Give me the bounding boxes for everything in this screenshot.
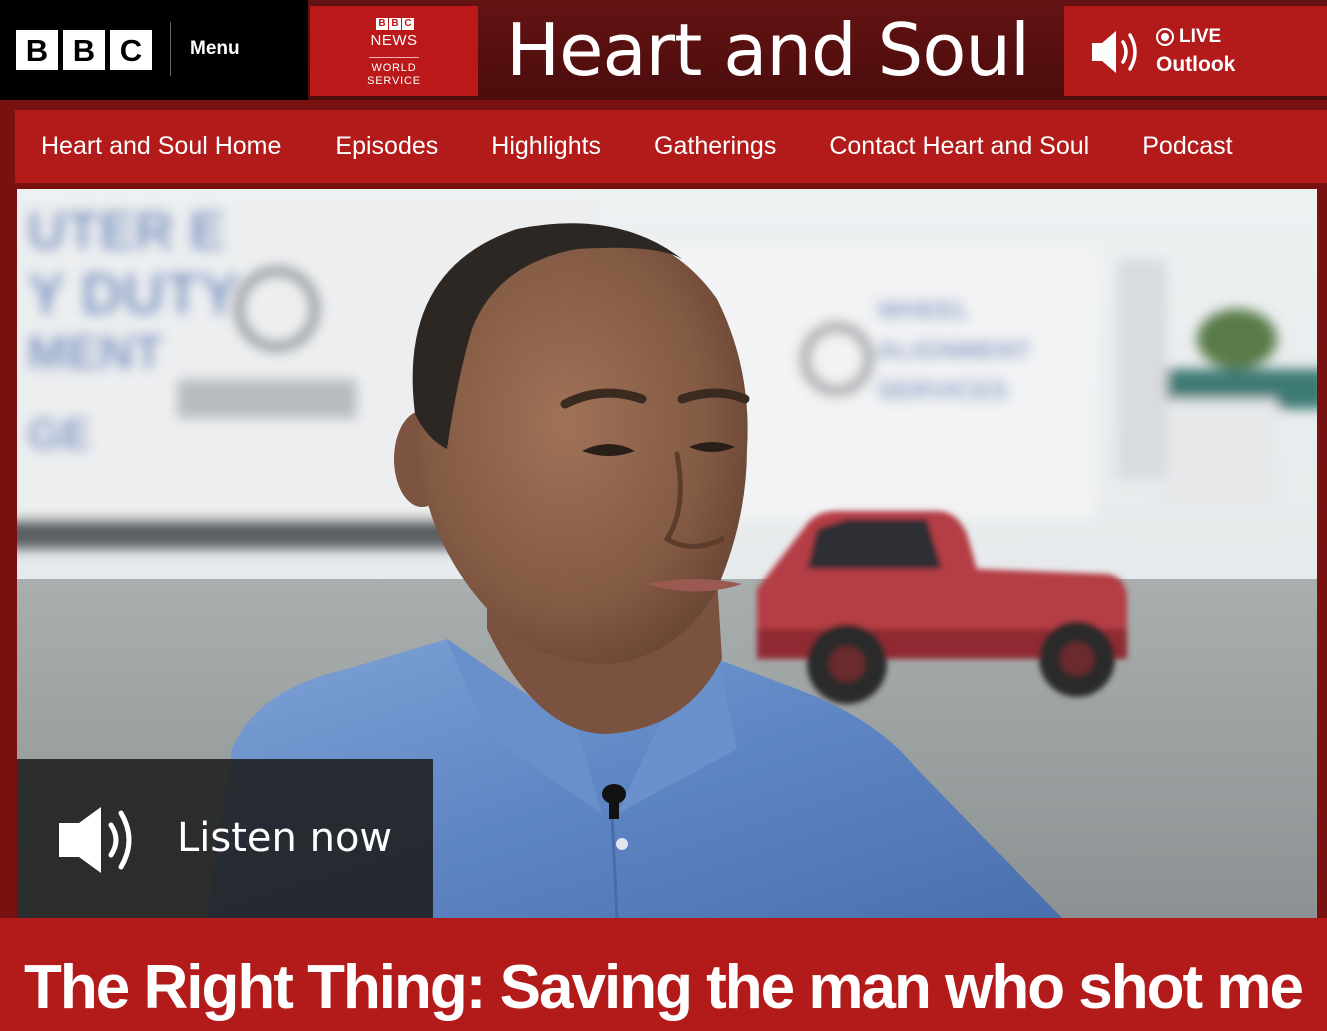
brand-news: NEWS [370,32,418,49]
masthead: B B C Menu B B C NEWS WORLD SERVICE Hear… [0,0,1327,100]
brand-world: WORLD [371,62,417,74]
nav-item-highlights[interactable]: Highlights [491,132,601,161]
programme-title[interactable]: Heart and Soul [480,4,1060,96]
brand-service: SERVICE [367,75,421,87]
svg-text:MENT: MENT [27,327,163,380]
live-label: LIVE [1179,26,1222,47]
brand-divider [310,57,478,58]
speaker-icon [57,801,141,884]
svg-text:SERVICES: SERVICES [877,375,1008,405]
bbc-logo[interactable]: B B C [16,30,152,70]
nav-item-episodes[interactable]: Episodes [335,132,438,161]
bbc-mini-letter: C [402,18,414,30]
brand-world-service: WORLD SERVICE [310,62,478,88]
live-badge: LIVE [1156,26,1221,48]
nav-item-home[interactable]: Heart and Soul Home [41,132,281,161]
episode-title: The Right Thing: Saving the man who shot… [24,953,1304,1022]
live-stream-button[interactable]: LIVE Outlook [1064,6,1327,96]
speaker-icon [1088,26,1144,83]
nav-item-podcast[interactable]: Podcast [1142,132,1232,161]
svg-text:WHEEL: WHEEL [877,295,971,325]
bbc-mini-logo: B B C [376,18,414,30]
programme-nav: Heart and Soul Home Episodes Highlights … [15,110,1327,183]
menu-button[interactable]: Menu [190,38,240,60]
svg-text:Y DUTY: Y DUTY [27,262,239,327]
divider [170,22,171,76]
bbc-mini-letter: B [376,18,388,30]
listen-now-label: Listen now [177,815,393,861]
bbc-news-world-service-logo[interactable]: B B C NEWS WORLD SERVICE [310,6,478,96]
bbc-header: B B C Menu [0,0,308,100]
svg-text:ALIGNMENT: ALIGNMENT [877,335,1032,365]
svg-text:GE: GE [27,410,91,459]
live-station: Outlook [1156,53,1236,76]
nav-item-gatherings[interactable]: Gatherings [654,132,776,161]
listen-now-button[interactable]: Listen now [17,759,433,918]
bbc-logo-letter: B [63,30,105,70]
bbc-logo-letter: B [16,30,58,70]
bbc-logo-letter: C [110,30,152,70]
svg-text:UTER E: UTER E [27,201,225,261]
bbc-mini-letter: B [389,18,401,30]
live-dot-icon [1156,28,1174,46]
nav-item-contact[interactable]: Contact Heart and Soul [829,132,1089,161]
